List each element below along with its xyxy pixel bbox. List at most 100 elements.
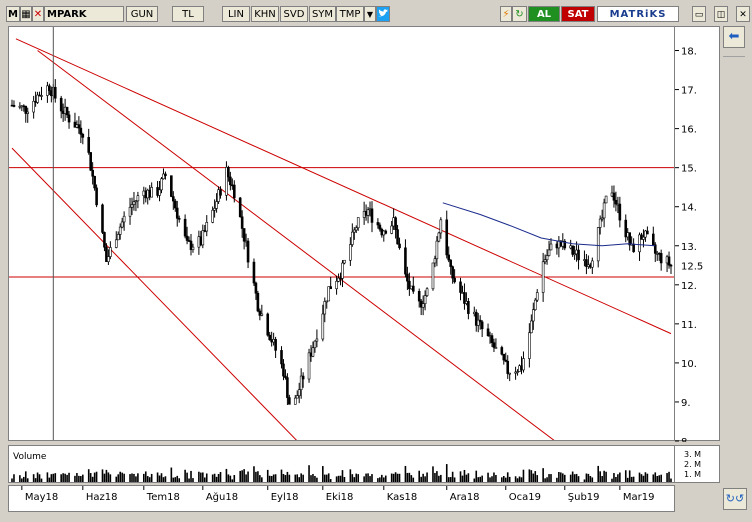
volume-bar-74 bbox=[215, 476, 218, 482]
volume-bar-187 bbox=[528, 469, 531, 482]
volume-bar-200 bbox=[562, 473, 564, 482]
candle-body-180 bbox=[506, 360, 510, 374]
y-tick-label-9: 17. bbox=[681, 86, 697, 97]
candle-body-226 bbox=[632, 243, 635, 253]
sync-icon[interactable]: ↻↺ bbox=[723, 488, 747, 510]
khn-button[interactable]: KHN bbox=[251, 6, 279, 22]
price-axis-svg: 8. 9. 10. 11. 12. 13. 14. 15. 16. 17. 18. 12.5 bbox=[675, 47, 703, 448]
volume-bar-91 bbox=[261, 477, 263, 482]
candle-body-86 bbox=[246, 240, 250, 263]
volume-bar-30 bbox=[93, 472, 96, 482]
candle-body-91 bbox=[260, 313, 264, 316]
volume-bar-98 bbox=[282, 473, 285, 482]
volume-bar-137 bbox=[390, 473, 393, 482]
volume-bar-211 bbox=[591, 477, 594, 482]
lightning-icon[interactable]: ⚡ bbox=[500, 6, 512, 22]
candle-body-174 bbox=[490, 335, 494, 343]
candle-body-116 bbox=[329, 286, 332, 290]
volume-bar-144 bbox=[408, 472, 411, 482]
price-chart[interactable] bbox=[9, 27, 675, 441]
volume-bar-186 bbox=[522, 469, 525, 482]
volume-bar-172 bbox=[487, 472, 489, 482]
candle-body-83 bbox=[240, 216, 244, 229]
candle-body-40 bbox=[120, 221, 124, 228]
candle-body-16 bbox=[53, 86, 57, 99]
volume-bar-149 bbox=[422, 473, 424, 482]
volume-bar-104 bbox=[298, 477, 301, 482]
candle-body-112 bbox=[321, 313, 325, 340]
candle-body-27 bbox=[87, 137, 91, 153]
period-button[interactable]: GUN bbox=[126, 6, 158, 22]
volume-bar-118 bbox=[337, 475, 340, 482]
candle-body-239 bbox=[669, 264, 673, 267]
svd-button[interactable]: SVD bbox=[280, 6, 308, 22]
grid-icon[interactable]: ▦ bbox=[20, 6, 32, 22]
volume-bar-6 bbox=[26, 478, 29, 482]
volume-bar-218 bbox=[613, 473, 615, 482]
volume-tick-2m: 2. M bbox=[684, 460, 701, 469]
volume-bar-42 bbox=[129, 474, 131, 482]
volume-bar-15 bbox=[52, 473, 55, 482]
tmp-button[interactable]: TMP bbox=[336, 6, 364, 22]
candle-body-192 bbox=[541, 261, 545, 293]
candle-body-56 bbox=[164, 173, 167, 176]
candle-body-57 bbox=[170, 175, 173, 197]
volume-bar-38 bbox=[117, 474, 120, 482]
volume-bar-89 bbox=[257, 471, 259, 482]
volume-bar-141 bbox=[398, 473, 401, 482]
volume-bar-34 bbox=[105, 469, 108, 482]
volume-bar-56 bbox=[164, 476, 167, 482]
symbol-field[interactable]: MPARK bbox=[44, 6, 124, 22]
candle-body-158 bbox=[447, 254, 451, 261]
volume-bar-189 bbox=[532, 473, 535, 482]
menu-button[interactable]: M bbox=[6, 6, 20, 22]
volume-bar-166 bbox=[467, 473, 470, 482]
volume-bar-212 bbox=[597, 465, 600, 482]
candle-body-113 bbox=[323, 301, 327, 315]
volume-bar-214 bbox=[601, 476, 603, 482]
volume-bar-142 bbox=[404, 465, 407, 482]
candle-body-186 bbox=[522, 358, 525, 371]
volume-bar-202 bbox=[569, 474, 572, 482]
sell-button[interactable]: SAT bbox=[561, 6, 595, 22]
tools-icon[interactable]: ✕ bbox=[32, 6, 44, 22]
volume-bar-163 bbox=[461, 475, 464, 482]
candle-body-137 bbox=[390, 225, 393, 234]
volume-bar-226 bbox=[632, 476, 635, 482]
volume-bar-92 bbox=[266, 469, 269, 482]
restore-button[interactable]: ◫ bbox=[714, 6, 728, 22]
refresh-icon[interactable]: ↻ bbox=[512, 6, 527, 22]
candle-body-37 bbox=[114, 239, 118, 248]
volume-bar-47 bbox=[143, 473, 145, 482]
candle-body-156 bbox=[439, 219, 443, 234]
back-arrow-button[interactable]: ⬅ bbox=[723, 26, 745, 48]
x-tick-label-4: Eyl18 bbox=[271, 492, 299, 503]
volume-bar-197 bbox=[556, 477, 558, 482]
minimize-button[interactable]: ▭ bbox=[692, 6, 706, 22]
volume-bar-27 bbox=[87, 469, 90, 482]
volume-bar-129 bbox=[367, 473, 369, 482]
dropdown-button[interactable]: ▼ bbox=[364, 6, 376, 22]
candle-body-141 bbox=[398, 243, 401, 249]
sym-button[interactable]: SYM bbox=[309, 6, 336, 22]
toolbar: M ▦ ✕ MPARK GUN TL LIN KHN SVD SYM TMP ▼… bbox=[0, 6, 752, 24]
close-button[interactable]: ✕ bbox=[736, 6, 750, 22]
lin-button[interactable]: LIN bbox=[222, 6, 250, 22]
volume-axis: 3. M 2. M 1. M bbox=[675, 445, 720, 483]
x-tick-label-9: Şub19 bbox=[568, 492, 600, 503]
currency-button[interactable]: TL bbox=[172, 6, 204, 22]
volume-bar-196 bbox=[550, 474, 552, 482]
candle-body-212 bbox=[596, 227, 600, 262]
volume-panel[interactable]: Volume bbox=[8, 445, 675, 483]
buy-button[interactable]: AL bbox=[528, 6, 560, 22]
candle-body-123 bbox=[351, 231, 354, 245]
volume-bar-238 bbox=[668, 471, 670, 482]
candle-body-149 bbox=[421, 303, 425, 308]
candle-body-71 bbox=[205, 222, 209, 232]
volume-bar-152 bbox=[432, 466, 434, 482]
volume-bar-107 bbox=[308, 465, 310, 482]
candle-body-178 bbox=[502, 353, 506, 361]
twitter-icon[interactable] bbox=[376, 6, 390, 22]
price-plot-area[interactable] bbox=[8, 26, 675, 441]
volume-bar-237 bbox=[666, 473, 668, 482]
